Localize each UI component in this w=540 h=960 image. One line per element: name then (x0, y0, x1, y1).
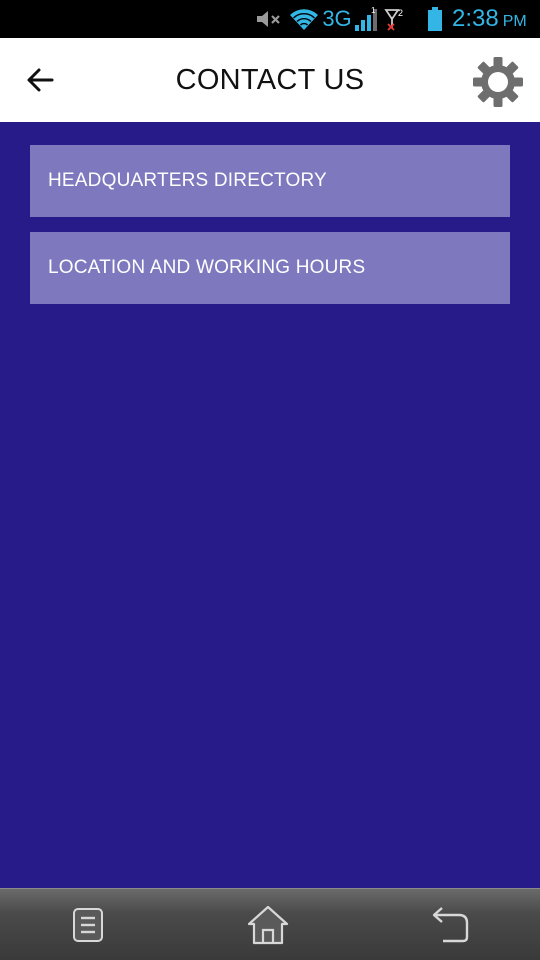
menu-item-headquarters-directory[interactable]: HEADQUARTERS DIRECTORY (30, 145, 510, 217)
nav-back-button[interactable] (422, 899, 478, 951)
clock-time: 2:38 (452, 5, 499, 32)
back-icon (432, 907, 469, 943)
battery-icon (424, 0, 446, 38)
screen: 3G 1 2 2:38 PM CONTACT US HEADQUARTERS D… (0, 0, 540, 960)
clock-ampm: PM (502, 13, 527, 30)
mute-icon (252, 0, 284, 38)
settings-button[interactable] (470, 54, 526, 110)
network-type: 3G (322, 6, 352, 31)
signal-icon: 1 (354, 0, 380, 38)
system-nav-bar (0, 888, 540, 960)
svg-text:2: 2 (398, 8, 403, 18)
menu-item-location-working-hours[interactable]: LOCATION AND WORKING HOURS (30, 232, 510, 304)
sim-icon: 2 (383, 0, 409, 38)
app-bar: CONTACT US (0, 38, 540, 122)
menu-item-label: LOCATION AND WORKING HOURS (48, 257, 366, 278)
wifi-icon (288, 0, 320, 38)
svg-text:1: 1 (371, 6, 376, 15)
status-bar: 3G 1 2 2:38 PM (0, 0, 540, 38)
nav-menu-button[interactable] (60, 899, 116, 951)
home-icon (247, 905, 289, 945)
menu-icon (73, 908, 103, 942)
page-title: CONTACT US (175, 63, 365, 96)
menu-item-label: HEADQUARTERS DIRECTORY (48, 170, 327, 191)
gear-icon (473, 57, 523, 107)
menu-list: HEADQUARTERS DIRECTORY LOCATION AND WORK… (30, 145, 510, 319)
clock: 2:38 PM (452, 0, 538, 38)
nav-home-button[interactable] (240, 899, 296, 951)
